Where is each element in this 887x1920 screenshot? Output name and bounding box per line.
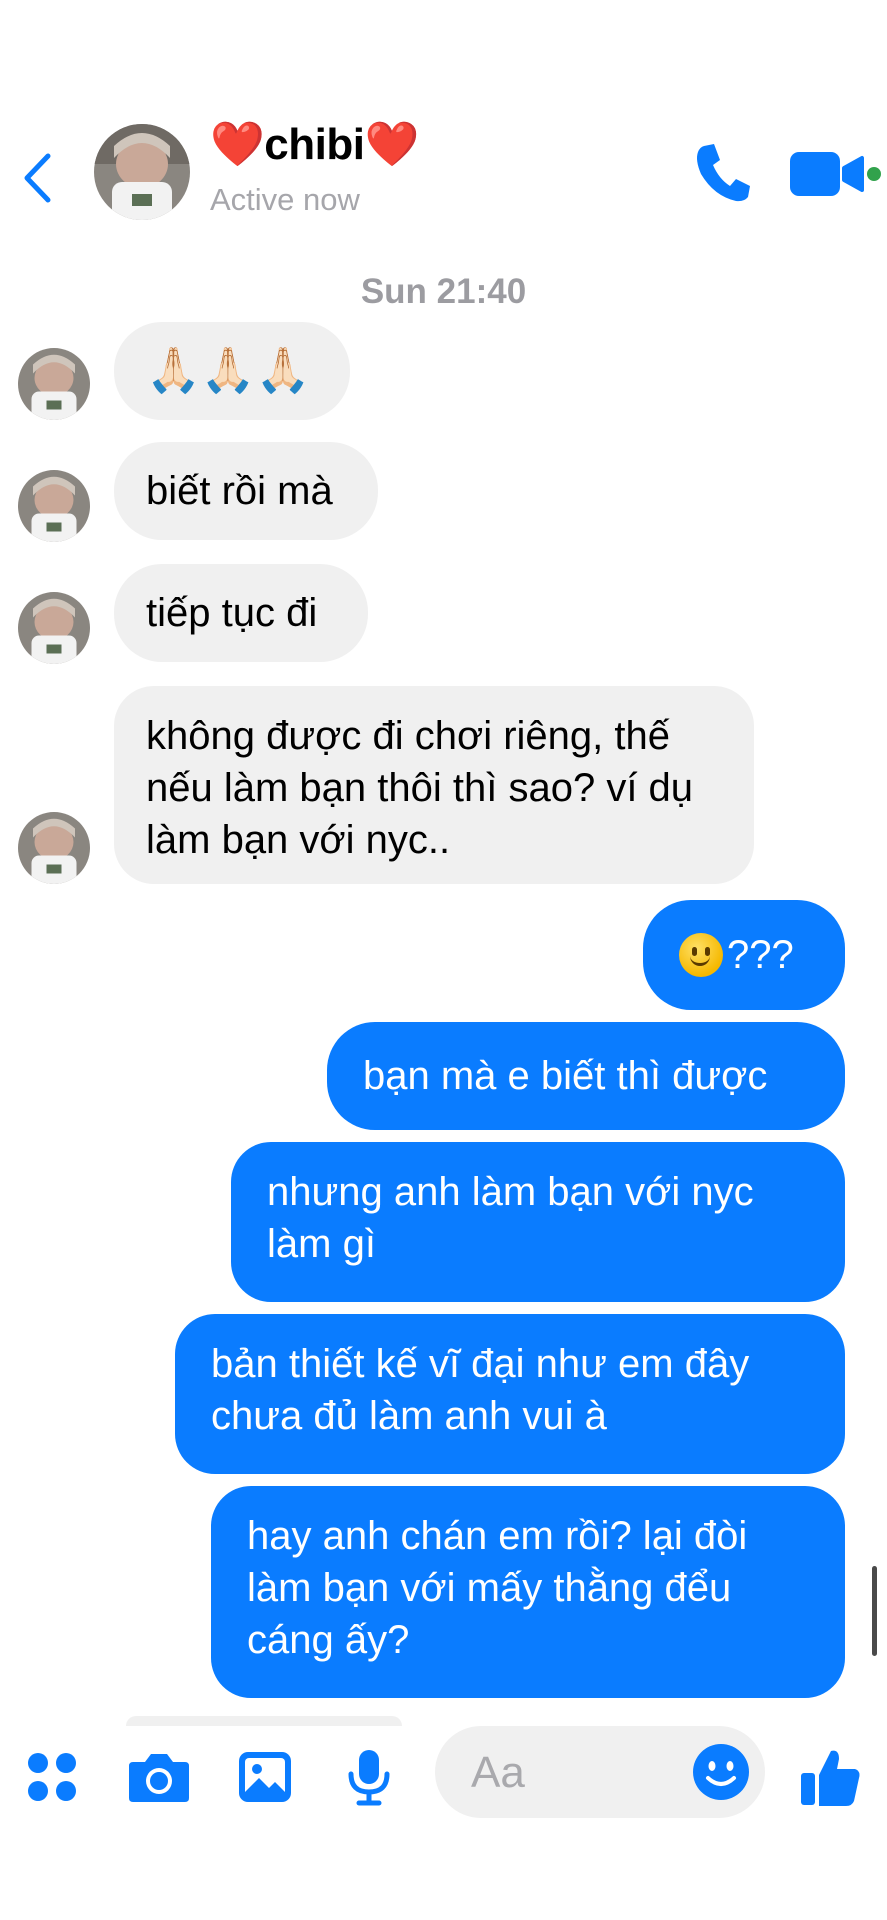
message-line: nhưng anh làm bạn với nyc — [267, 1170, 754, 1214]
emoji-icon — [693, 1744, 749, 1800]
voice-record-button[interactable] — [344, 1722, 394, 1832]
sender-avatar[interactable] — [18, 812, 90, 884]
message-text: 🙏🏻🙏🏻🙏🏻 — [146, 346, 311, 395]
message-line: bản thiết kế vĩ đại như em đây — [211, 1342, 750, 1386]
message-line: làm bạn với nyc.. — [146, 818, 451, 862]
microphone-icon — [348, 1750, 390, 1806]
sender-avatar[interactable] — [18, 348, 90, 420]
phone-icon — [697, 144, 750, 202]
avatar-image — [94, 124, 190, 220]
message-bubble-incoming[interactable]: không được đi chơi riêng, thế nếu làm bạ… — [114, 686, 754, 884]
message-line: không được đi chơi riêng, thế — [146, 714, 670, 758]
active-status: Active now — [210, 182, 360, 217]
message-text: tiếp tục đi — [146, 591, 318, 635]
sender-avatar[interactable] — [18, 470, 90, 542]
photo-button[interactable] — [236, 1722, 294, 1832]
message-timestamp: Sun 21:40 — [360, 272, 527, 311]
thumbs-up-icon — [801, 1750, 860, 1806]
video-camera-icon — [790, 152, 881, 196]
message-line: cáng ấy? — [247, 1618, 410, 1662]
message-bubble-incoming[interactable]: biết rồi mà — [114, 442, 378, 540]
apps-button[interactable] — [20, 1722, 84, 1832]
online-indicator — [867, 167, 881, 181]
apps-grid-icon — [28, 1753, 76, 1801]
message-bubble-incoming[interactable]: tiếp tục đi — [114, 564, 368, 662]
message-line: nếu làm bạn thôi thì sao? ví dụ — [146, 766, 694, 810]
message-text: biết rồi mà — [146, 469, 333, 513]
contact-name-text: chibi — [264, 120, 365, 169]
scrollbar[interactable] — [872, 1566, 877, 1656]
photo-icon — [239, 1752, 291, 1802]
message-text: bạn mà e biết thì được — [363, 1054, 768, 1098]
message-line: làm gì — [267, 1222, 376, 1266]
message-line: chưa đủ làm anh vui à — [211, 1394, 607, 1438]
back-button[interactable] — [14, 148, 60, 208]
camera-icon — [129, 1754, 189, 1802]
message-bubble-outgoing[interactable]: ??? — [643, 900, 845, 1010]
video-call-button[interactable] — [790, 148, 882, 200]
message-bubble-outgoing[interactable]: hay anh chán em rồi? lại đòi làm bạn với… — [211, 1486, 845, 1698]
message-input[interactable]: Aa — [435, 1726, 765, 1818]
sender-avatar[interactable] — [18, 592, 90, 664]
message-line: hay anh chán em rồi? lại đòi — [247, 1514, 748, 1558]
message-bubble-outgoing[interactable]: nhưng anh làm bạn với nyc làm gì — [231, 1142, 845, 1302]
message-bubble-outgoing[interactable]: bản thiết kế vĩ đại như em đây chưa đủ l… — [175, 1314, 845, 1474]
heart-emoji: ❤️ — [210, 120, 265, 169]
contact-avatar[interactable] — [94, 124, 190, 220]
chevron-left-icon — [24, 153, 51, 203]
contact-name[interactable]: ❤️chibi❤️ — [210, 118, 419, 170]
message-line: làm bạn với mấy thằng đểu — [247, 1566, 732, 1610]
emoji-button[interactable] — [691, 1742, 751, 1802]
message-bubble-outgoing[interactable]: bạn mà e biết thì được — [327, 1022, 845, 1130]
chat-header: ❤️chibi❤️ Active now — [0, 0, 887, 240]
like-button[interactable] — [798, 1722, 864, 1832]
slightly-smiling-face-emoji — [679, 933, 723, 977]
message-bubble-incoming[interactable]: 🙏🏻🙏🏻🙏🏻 — [114, 322, 350, 420]
message-input-placeholder: Aa — [471, 1748, 525, 1797]
heart-emoji: ❤️ — [364, 120, 419, 169]
camera-button[interactable] — [126, 1722, 192, 1832]
audio-call-button[interactable] — [692, 140, 752, 204]
message-text: ??? — [727, 933, 794, 977]
